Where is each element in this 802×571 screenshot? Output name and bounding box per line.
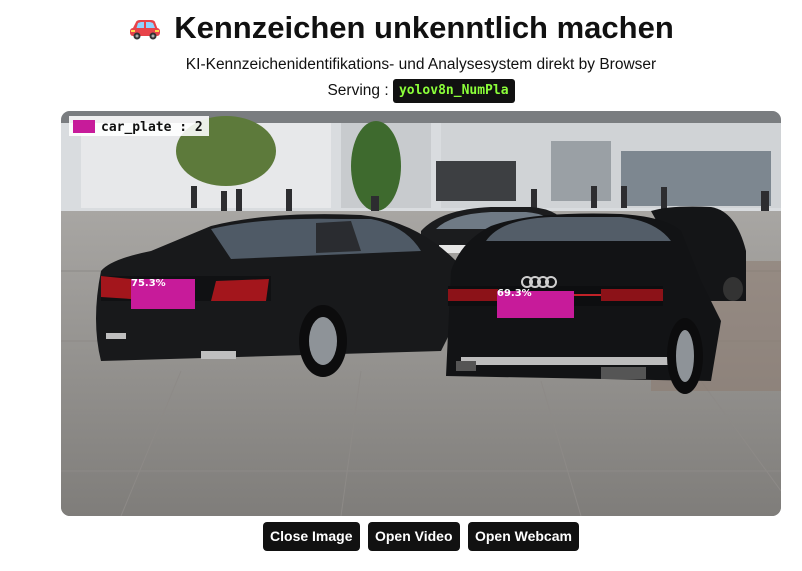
detection-box: 75.3% (131, 278, 195, 309)
legend-color-swatch (73, 120, 95, 133)
open-video-button[interactable]: Open Video (367, 522, 460, 551)
open-webcam-button[interactable]: Open Webcam (467, 522, 579, 551)
serving-label: Serving : (327, 82, 389, 100)
subtitle: KI-Kennzeichenidentifikations- und Analy… (185, 56, 657, 73)
detection-legend: car_plate : 2 (69, 116, 209, 136)
page-title-text: Kennzeichen unkenntlich machen (174, 10, 674, 45)
detection-box: 69.3% (497, 288, 574, 318)
legend-label: car_plate : 2 (101, 120, 203, 135)
serving-row: Serving : yolov8n_NumPla (0, 79, 802, 103)
car-icon (128, 10, 162, 50)
detection-canvas: car_plate : 2 75.3% 69.3% (61, 111, 781, 516)
car-right (446, 213, 721, 394)
confidence-label: 69.3% (497, 288, 532, 299)
model-name-badge: yolov8n_NumPla (392, 79, 515, 103)
close-image-button[interactable]: Close Image (263, 522, 360, 551)
page-title: Kennzeichen unkenntlich machen (0, 8, 802, 50)
detection-image-viewer: car_plate : 2 75.3% 69.3% (61, 111, 781, 516)
action-buttons: Close Image Open Video Open Webcam (0, 522, 802, 551)
confidence-label: 75.3% (131, 278, 166, 289)
